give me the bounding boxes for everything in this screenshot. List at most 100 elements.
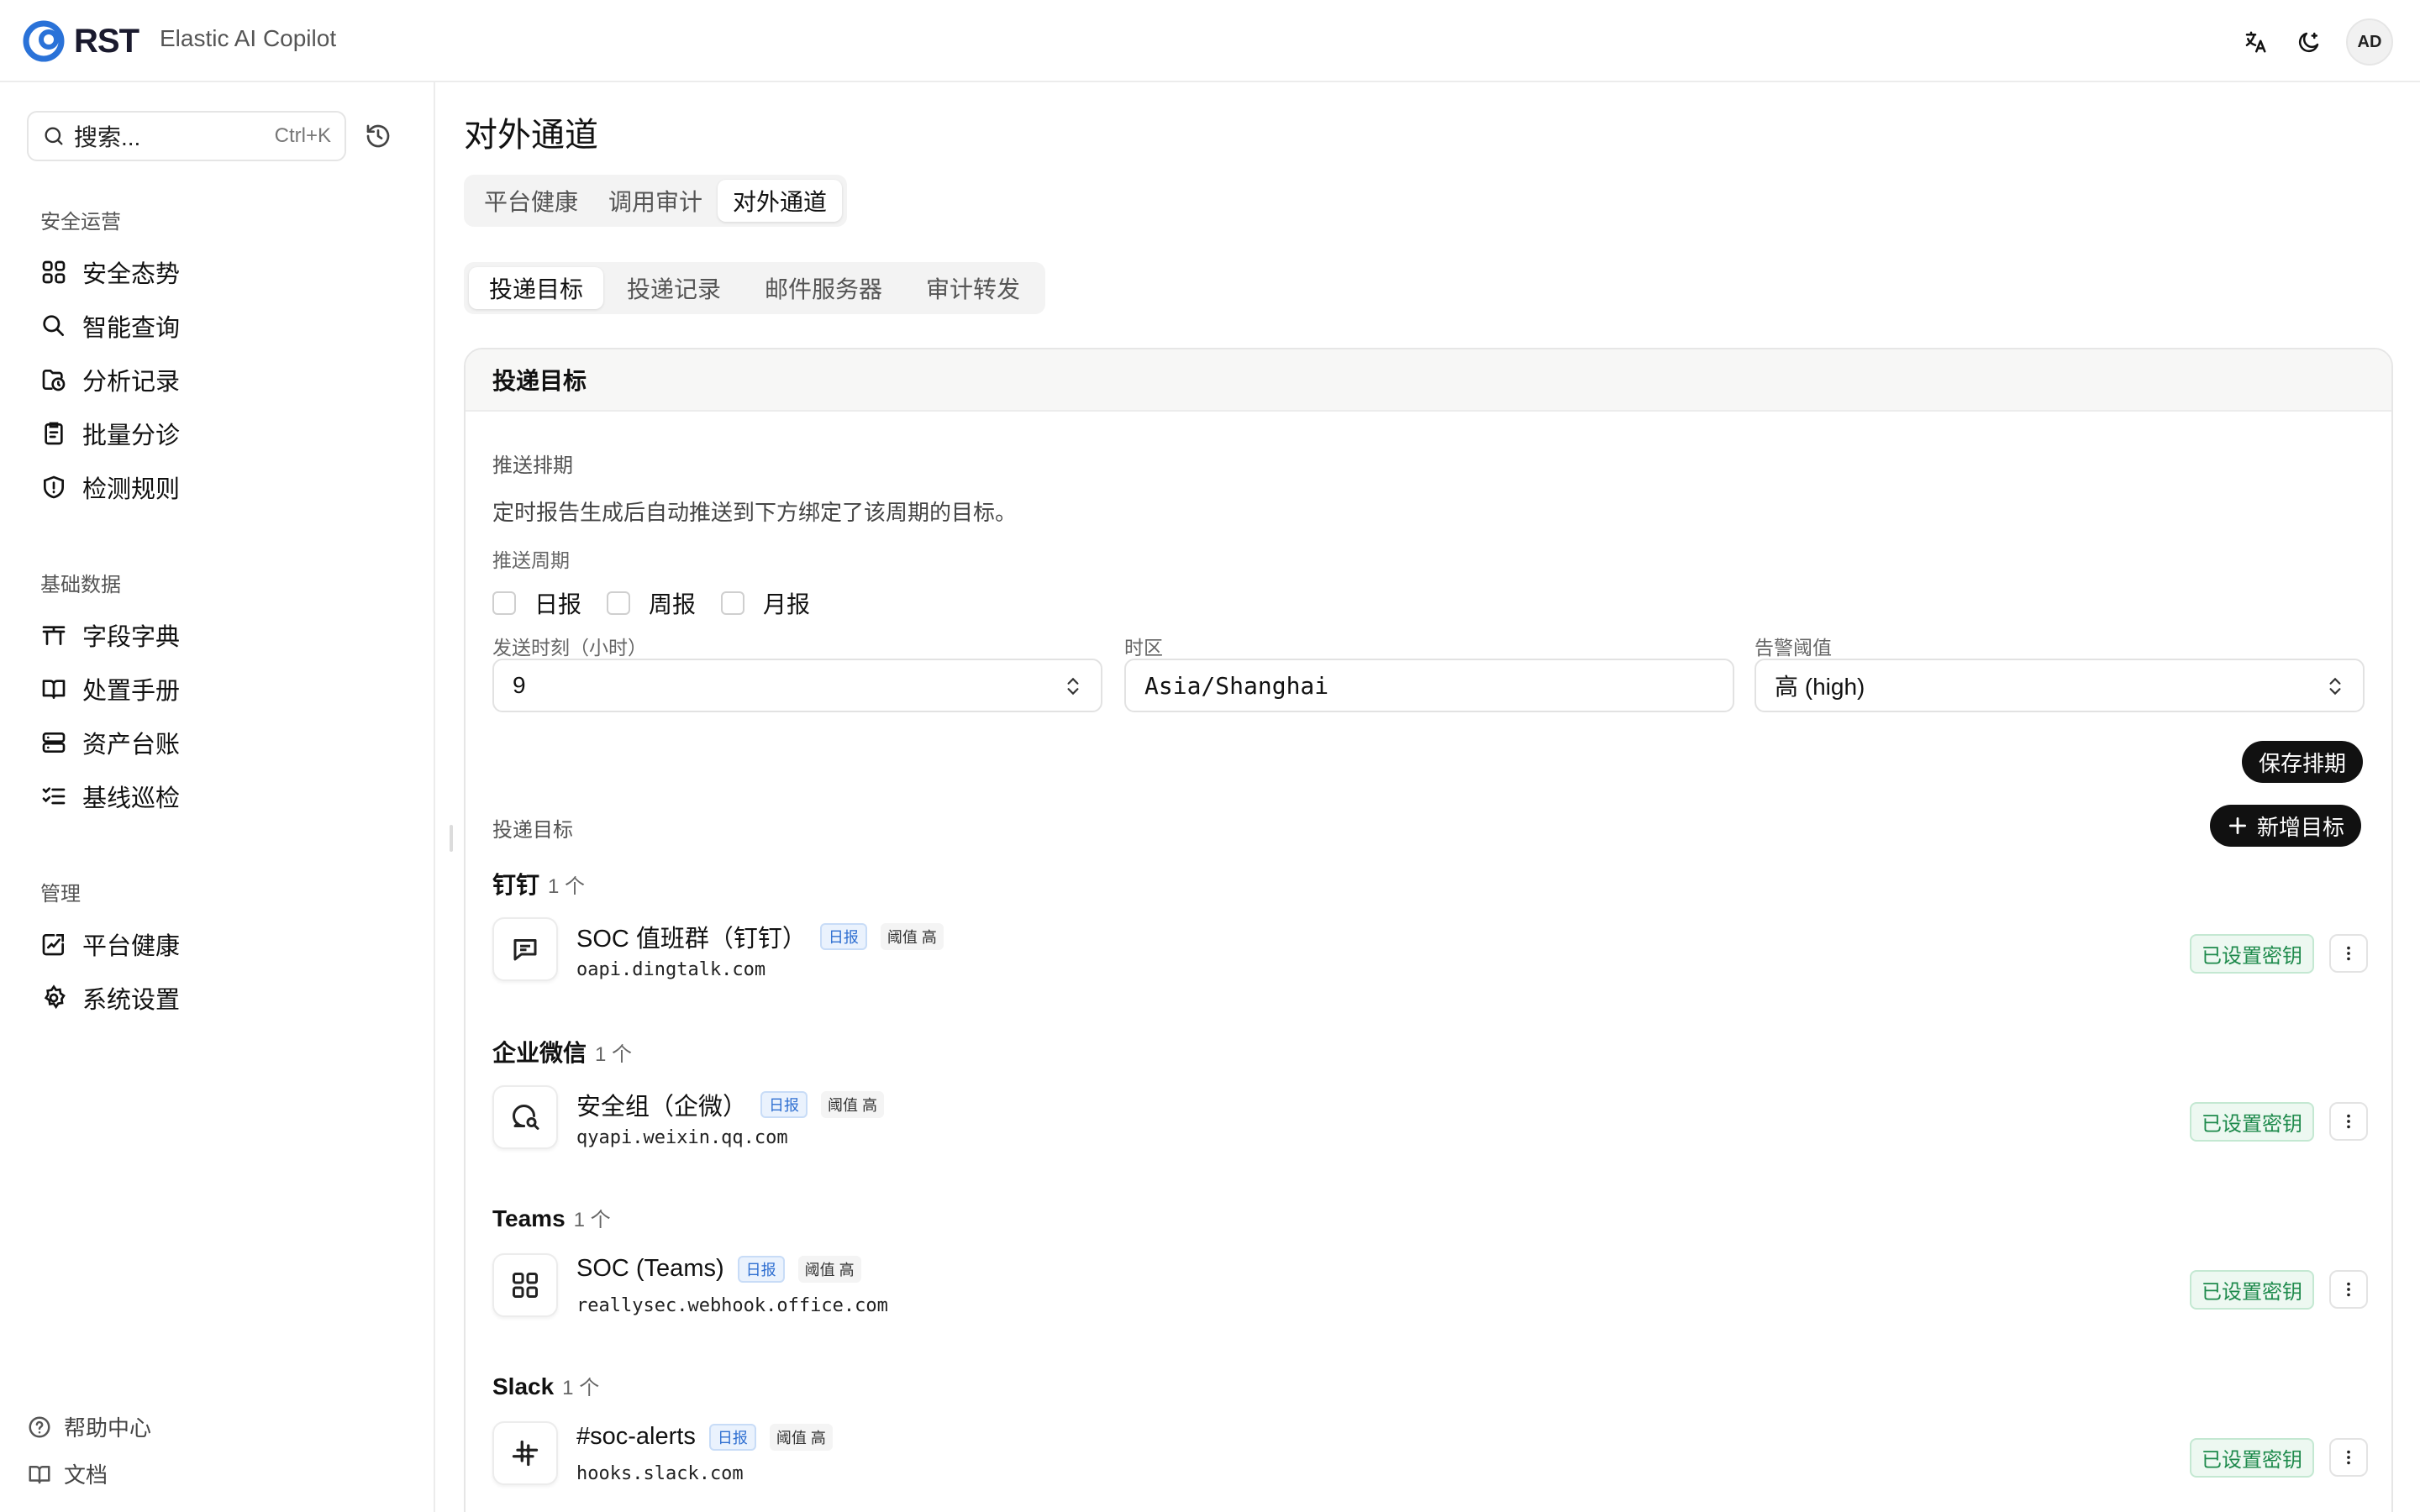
top-bar: RST Elastic AI Copilot AD (0, 0, 2420, 82)
target-name: SOC 值班群（钉钉） (576, 926, 807, 953)
more-actions-button[interactable] (2329, 934, 2368, 973)
search-icon (45, 127, 63, 145)
chevrons-up-down-icon (1067, 677, 1079, 696)
logo-text: RST (74, 22, 139, 60)
tab-delivery-targets[interactable]: 投递目标 (469, 267, 604, 309)
sidebar-item-analysis-records[interactable]: 分析记录 (40, 360, 180, 400)
help-circle-icon (29, 1416, 50, 1437)
sidebar-item-label: 批量分诊 (82, 423, 181, 449)
more-actions-button[interactable] (2329, 1102, 2368, 1141)
hour-select[interactable]: 9 (492, 659, 1102, 712)
period-weekly-checkbox[interactable]: 周报 (607, 586, 696, 620)
sidebar-item-label: 分析记录 (82, 369, 181, 396)
timezone-value: Asia/Shanghai (1144, 671, 1329, 700)
sidebar-item-label: 字段字典 (82, 624, 181, 651)
save-schedule-button[interactable]: 保存排期 (2242, 741, 2364, 783)
docs-label: 文档 (64, 1462, 108, 1488)
message-search-icon (513, 1105, 539, 1130)
translate-button[interactable] (2238, 25, 2272, 59)
group-title-dingtalk: 钉钉 1 个 (492, 867, 585, 900)
sidebar-item-label: 智能查询 (82, 315, 181, 342)
sidebar-item-security-posture[interactable]: 安全态势 (40, 252, 180, 292)
tab-mail-server[interactable]: 邮件服务器 (744, 267, 902, 309)
primary-tabs: 平台健康 调用审计 对外通道 (464, 175, 848, 227)
period-monthly-label: 月报 (763, 591, 811, 617)
timezone-label: 时区 (1124, 637, 1163, 659)
timezone-input[interactable]: Asia/Shanghai (1124, 659, 1734, 712)
history-button[interactable] (365, 123, 392, 154)
key-status-badge: 已设置密钥 (2190, 1270, 2314, 1310)
slack-channel-icon (492, 1421, 558, 1485)
search-shortcut: Ctrl+K (274, 124, 331, 147)
checkbox[interactable] (607, 591, 631, 615)
nav-group-title: 基础数据 (40, 574, 121, 596)
sidebar-item-smart-query[interactable]: 智能查询 (40, 306, 180, 346)
sidebar-item-platform-health[interactable]: 平台健康 (40, 924, 180, 964)
period-checkboxes: 日报 周报 月报 (492, 586, 820, 620)
sidebar-item-asset-ledger[interactable]: 资产台账 (40, 722, 180, 763)
target-host: qyapi.weixin.qq.com (576, 1127, 788, 1148)
more-actions-button[interactable] (2329, 1438, 2368, 1477)
more-actions-button[interactable] (2329, 1270, 2368, 1309)
group-count: 1 个 (562, 1377, 600, 1399)
group-name: 钉钉 (492, 872, 540, 898)
logo[interactable]: RST (22, 18, 139, 64)
group-count: 1 个 (595, 1043, 633, 1066)
hour-value: 9 (513, 672, 526, 698)
avatar[interactable]: AD (2346, 18, 2393, 66)
targets-label: 投递目标 (492, 819, 573, 842)
group-title-teams: Teams 1 个 (492, 1203, 611, 1232)
nav-group-title: 管理 (40, 883, 81, 906)
checkbox[interactable] (492, 591, 516, 615)
docs-link[interactable]: 文档 (27, 1458, 108, 1489)
key-status-badge: 已设置密钥 (2190, 934, 2314, 974)
schedule-label: 推送排期 (492, 454, 573, 477)
group-name: Slack (492, 1373, 555, 1399)
target-row: SOC (Teams) 日报 阈值 高 reallysec.webhook.of… (492, 1250, 2368, 1319)
tab-external-channels[interactable]: 对外通道 (718, 180, 843, 222)
threshold-badge: 阈值 高 (880, 923, 944, 950)
add-target-button[interactable]: 新增目标 (2210, 805, 2362, 847)
help-center-link[interactable]: 帮助中心 (27, 1411, 151, 1442)
tab-call-audit[interactable]: 调用审计 (593, 180, 718, 222)
page-title: 对外通道 (464, 117, 598, 154)
search-input[interactable]: 搜索... Ctrl+K (27, 111, 346, 161)
checkbox[interactable] (721, 591, 745, 615)
sidebar-item-label: 处置手册 (82, 678, 181, 705)
threshold-badge: 阈值 高 (769, 1423, 833, 1451)
more-vertical-icon (2347, 1450, 2350, 1465)
sidebar-item-batch-triage[interactable]: 批量分诊 (40, 413, 180, 454)
theme-toggle-button[interactable] (2292, 25, 2326, 59)
threshold-select[interactable]: 高 (high) (1754, 659, 2365, 712)
tab-delivery-records[interactable]: 投递记录 (607, 267, 741, 309)
book-open-icon (42, 680, 66, 699)
grid-icon (42, 260, 66, 284)
clipboard-icon (45, 422, 63, 445)
group-name: 企业微信 (492, 1040, 587, 1066)
search-icon (43, 315, 64, 336)
main-content: 对外通道 平台健康 调用审计 对外通道 投递目标 投递记录 邮件服务器 审计转发… (437, 82, 2420, 1512)
sidebar-item-detection-rules[interactable]: 检测规则 (40, 467, 180, 507)
sidebar-item-baseline-inspection[interactable]: 基线巡检 (40, 776, 180, 816)
sidebar-item-field-dictionary[interactable]: 字段字典 (40, 615, 180, 655)
book-icon (29, 1465, 50, 1483)
dingtalk-channel-icon (492, 917, 558, 981)
gear-icon (44, 984, 66, 1010)
period-monthly-checkbox[interactable]: 月报 (721, 586, 810, 620)
group-title-slack: Slack 1 个 (492, 1371, 599, 1400)
folder-clock-icon (42, 370, 66, 391)
sidebar-item-label: 安全态势 (82, 261, 181, 288)
period-daily-checkbox[interactable]: 日报 (492, 586, 581, 620)
group-count: 1 个 (548, 875, 586, 898)
period-daily-label: 日报 (534, 591, 582, 617)
target-name: SOC (Teams) (576, 1255, 724, 1282)
key-status-badge: 已设置密钥 (2190, 1438, 2314, 1478)
moon-icon (2298, 32, 2319, 53)
target-name: 安全组（企微） (576, 1094, 748, 1121)
sidebar-item-system-settings[interactable]: 系统设置 (40, 978, 180, 1018)
tab-platform-health[interactable]: 平台健康 (469, 180, 593, 222)
sidebar-item-playbook[interactable]: 处置手册 (40, 669, 180, 709)
tab-audit-forwarding[interactable]: 审计转发 (906, 267, 1040, 309)
sidebar-item-label: 检测规则 (82, 476, 181, 503)
chevrons-up-down-icon (2329, 677, 2341, 696)
